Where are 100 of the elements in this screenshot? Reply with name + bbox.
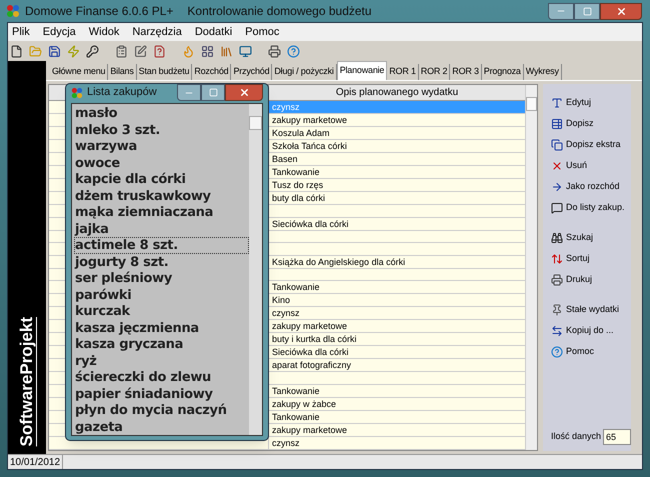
table-row[interactable]: czynsz	[269, 436, 525, 450]
tab[interactable]: Przychód	[231, 64, 272, 80]
document-icon[interactable]	[10, 44, 23, 58]
tab[interactable]: Główne menu	[50, 64, 108, 80]
menu-item[interactable]: Plik	[12, 24, 30, 40]
list-item[interactable]: kasza jęczmienna	[74, 320, 249, 336]
list-item[interactable]: masło	[74, 105, 249, 122]
list-item[interactable]: gazeta	[74, 418, 249, 435]
list-item[interactable]: jajka	[74, 220, 249, 237]
window-title: Domowe Finanse 6.0.6 PL+	[25, 3, 174, 20]
table-row[interactable]: zakupy w żabce	[269, 398, 525, 411]
printer-icon	[551, 274, 563, 286]
action-button[interactable]: Stałe wydatki	[551, 299, 631, 320]
list-item[interactable]: mąka ziemniaczana	[74, 204, 249, 220]
menu-item[interactable]: Dodatki	[194, 24, 232, 40]
arrow-icon	[551, 180, 563, 192]
menu-item[interactable]: Pomoc	[245, 24, 280, 40]
tab[interactable]: Bilans	[108, 64, 137, 80]
tab[interactable]: Rozchód	[192, 64, 232, 80]
tab[interactable]: Planowanie	[336, 61, 388, 80]
table-row[interactable]: aparat fotograficzny	[269, 359, 525, 372]
table-row[interactable]: zakupy marketowe	[269, 114, 525, 127]
list-item[interactable]: parówki	[74, 286, 249, 303]
tab[interactable]: ROR 3	[450, 64, 482, 80]
notepad-icon[interactable]	[134, 44, 147, 58]
table-icon	[551, 118, 563, 130]
clipboard-icon[interactable]	[115, 44, 128, 58]
list-item[interactable]: warzywa	[74, 138, 249, 154]
table-row[interactable]: zakupy marketowe	[269, 320, 525, 334]
list-item[interactable]: mleko 3 szt.	[74, 122, 249, 138]
help-icon	[551, 346, 563, 358]
tab[interactable]: Wykresy	[524, 64, 562, 80]
menu-item[interactable]: Narzędzia	[132, 24, 182, 40]
scrollbar[interactable]	[525, 85, 537, 450]
table-row[interactable]: Tusz do rzęs	[269, 179, 525, 192]
list-item[interactable]: kurczak	[74, 303, 249, 320]
close-button[interactable]	[600, 2, 642, 20]
action-button[interactable]: Dopisz ekstra	[551, 134, 631, 155]
action-button[interactable]: Usuń	[551, 155, 631, 176]
tab[interactable]: ROR 2	[418, 64, 450, 80]
action-button[interactable]: Pomoc	[551, 341, 631, 362]
record-count-field[interactable]: 65	[603, 429, 632, 445]
table-row[interactable]: Tankowanie	[269, 384, 525, 398]
minimize-button[interactable]	[177, 84, 201, 101]
menu-item[interactable]: Widok	[88, 24, 120, 40]
table-row[interactable]: Sieciówka dla córki	[269, 218, 525, 231]
printer-icon[interactable]	[268, 44, 281, 58]
maximize-button[interactable]	[201, 84, 225, 101]
tab[interactable]: Stan budżetu	[136, 64, 192, 80]
grid-icon[interactable]	[201, 44, 214, 58]
minimize-button[interactable]	[548, 2, 574, 20]
list-item[interactable]: kapcie dla córki	[74, 171, 249, 188]
table-row[interactable]: Kino	[269, 294, 525, 308]
action-button[interactable]: Drukuj	[551, 269, 631, 290]
table-row[interactable]: Basen	[269, 153, 525, 166]
list-item[interactable]: papier śniadaniowy	[74, 386, 249, 402]
action-button[interactable]: Kopiuj do ...	[551, 320, 631, 341]
action-button[interactable]: Dopisz	[551, 113, 631, 134]
action-button[interactable]: Do listy zakup.	[551, 197, 631, 218]
lightning-icon[interactable]	[67, 44, 80, 58]
maximize-button[interactable]	[574, 2, 600, 20]
list-item[interactable]: jogurty 8 szt.	[74, 254, 249, 270]
tab[interactable]: Prognoza	[482, 64, 524, 80]
scrollbar[interactable]	[249, 104, 262, 435]
pin-icon	[551, 304, 563, 316]
table-row[interactable]: Szkoła Tańca córki	[269, 140, 525, 153]
table-row[interactable]: zakupy marketowe	[269, 424, 525, 437]
table-row[interactable]: Tankowanie	[269, 410, 525, 424]
table-row[interactable]: czynsz	[269, 307, 525, 320]
key-icon[interactable]	[86, 44, 99, 58]
list-item[interactable]: actimele 8 szt.	[74, 237, 249, 254]
action-button[interactable]: Jako rozchód	[551, 176, 631, 197]
table-row[interactable]: Tankowanie	[269, 166, 525, 179]
list-item[interactable]: płyn do mycia naczyń	[74, 402, 249, 418]
list-item[interactable]: ryż	[74, 352, 249, 369]
help-icon[interactable]	[287, 44, 300, 58]
list-item[interactable]: ser pleśniowy	[74, 270, 249, 286]
table-row[interactable]: buty i kurtka dla córki	[269, 333, 525, 346]
brand-logo-text: SoftwareProjekt	[16, 316, 38, 446]
table-row[interactable]: Koszula Adam	[269, 127, 525, 140]
table-row[interactable]: buty dla córki	[269, 192, 525, 205]
action-button[interactable]: Szukaj	[551, 227, 631, 248]
action-button[interactable]: Edytuj	[551, 92, 631, 113]
monitor-icon[interactable]	[239, 44, 252, 58]
close-button[interactable]	[225, 84, 263, 101]
table-row[interactable]: Sieciówka dla córki	[269, 346, 525, 360]
list-item[interactable]: owoce	[74, 154, 249, 171]
books-icon[interactable]	[220, 44, 233, 58]
action-button[interactable]: Sortuj	[551, 248, 631, 269]
tab[interactable]: ROR 1	[387, 64, 419, 80]
sort-icon	[551, 252, 563, 264]
speech-bubble-icon	[551, 202, 563, 214]
column-header[interactable]: Opis planowanego wydatku	[269, 85, 525, 101]
table-row[interactable]: Książka do Angielskiego dla córki	[269, 256, 525, 269]
list-item[interactable]: ściereczki do zlewu	[74, 369, 249, 386]
list-item[interactable]: kasza gryczana	[74, 336, 249, 352]
menu-item[interactable]: Edycja	[42, 24, 76, 40]
form-icon[interactable]	[153, 44, 166, 58]
table-row[interactable]: Tankowanie	[269, 281, 525, 294]
list-item[interactable]: dżem truskawkowy	[74, 188, 249, 204]
